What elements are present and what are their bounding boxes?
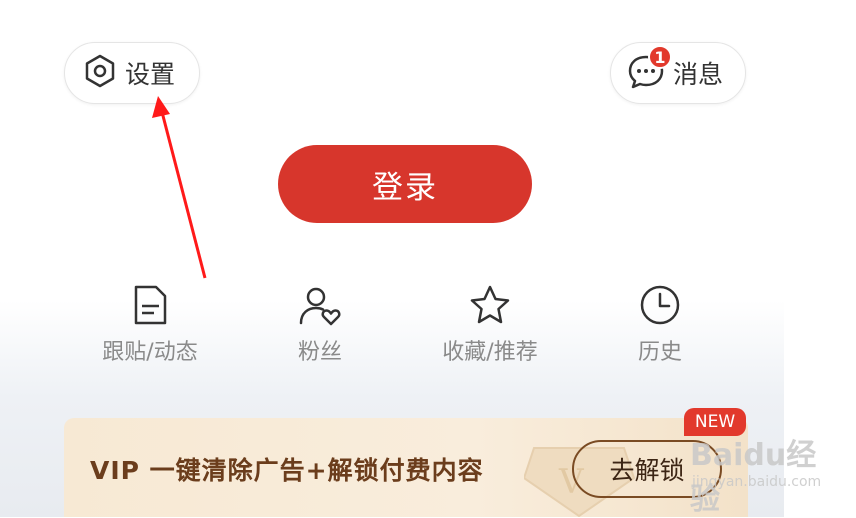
function-comments-activity[interactable]: 跟贴/动态 bbox=[70, 284, 230, 366]
function-fans[interactable]: 粉丝 bbox=[240, 284, 400, 366]
user-heart-icon bbox=[240, 284, 400, 326]
function-label: 跟贴/动态 bbox=[102, 340, 198, 365]
watermark-site: jingyan.baidu.com bbox=[692, 474, 822, 490]
star-icon bbox=[410, 284, 570, 326]
baidu-jingyan-watermark: Baidu经验 jingyan.baidu.com bbox=[690, 418, 822, 517]
document-icon bbox=[70, 284, 230, 326]
vip-promo-text: VIP 一键清除广告+解锁付费内容 bbox=[90, 456, 484, 485]
function-history[interactable]: 历史 bbox=[580, 284, 740, 366]
clock-icon bbox=[580, 284, 740, 326]
vip-banner[interactable]: VIP 一键清除广告+解锁付费内容 V 去解锁 bbox=[64, 418, 748, 517]
function-label: 收藏/推荐 bbox=[442, 340, 538, 365]
function-favorites-recommend[interactable]: 收藏/推荐 bbox=[410, 284, 570, 366]
function-label: 历史 bbox=[637, 340, 682, 365]
function-label: 粉丝 bbox=[297, 340, 342, 365]
